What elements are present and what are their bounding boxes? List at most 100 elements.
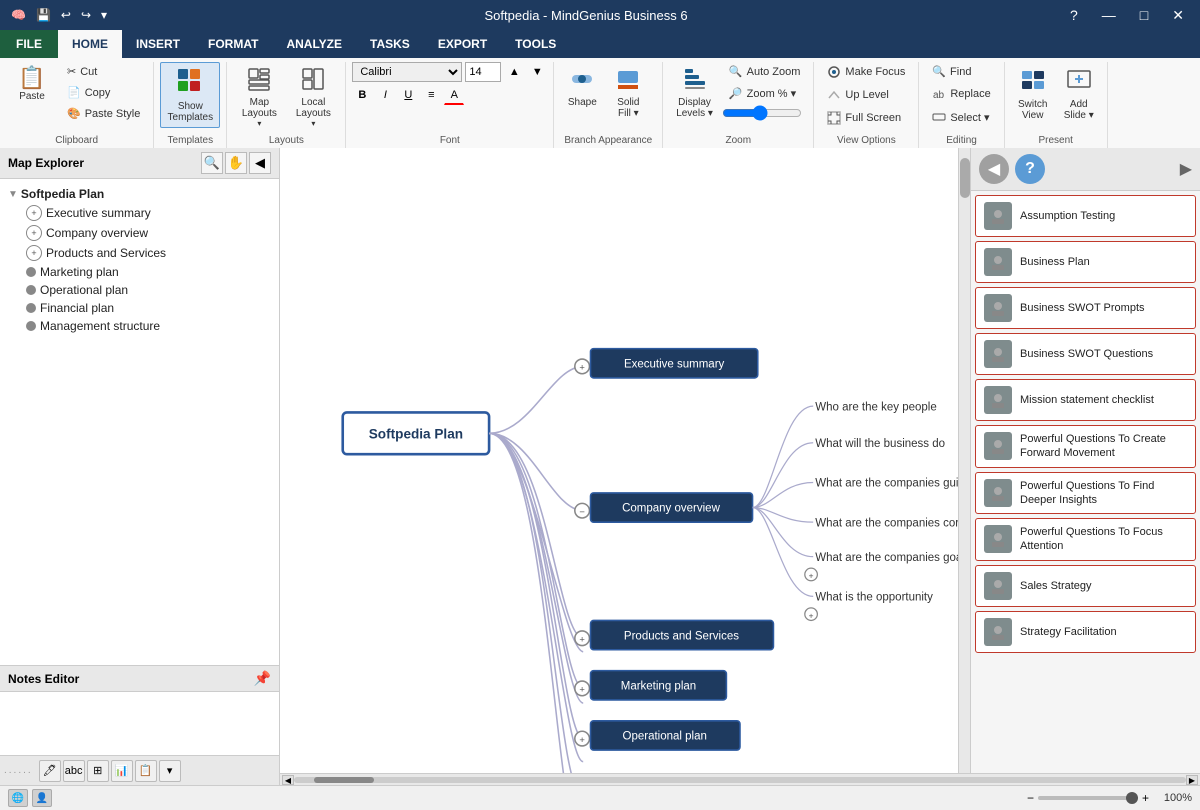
template-powerful-create[interactable]: Powerful Questions To Create Forward Mov… xyxy=(975,425,1196,468)
underline-button[interactable]: U xyxy=(398,85,418,105)
save-icon[interactable]: 💾 xyxy=(33,6,54,24)
auto-zoom-button[interactable]: 🔍 Auto Zoom xyxy=(722,62,808,81)
exec-node[interactable]: + Executive summary xyxy=(575,349,758,378)
undo-icon[interactable]: ↩ xyxy=(58,6,74,24)
sidebar-item-executive-summary[interactable]: + Executive summary xyxy=(4,203,275,223)
zoom-out-button[interactable]: − xyxy=(1027,791,1034,805)
switch-view-button[interactable]: Switch View xyxy=(1011,62,1055,126)
tab-tasks[interactable]: TASKS xyxy=(356,30,424,58)
font-size-down-button[interactable]: ▼ xyxy=(527,62,547,82)
template-business-swot-questions[interactable]: Business SWOT Questions xyxy=(975,333,1196,375)
show-templates-button[interactable]: Show Templates xyxy=(160,62,220,128)
italic-button[interactable]: I xyxy=(375,85,395,105)
sidebar-item-marketing[interactable]: Marketing plan xyxy=(4,263,275,281)
zoom-in-button[interactable]: + xyxy=(1142,791,1149,805)
replace-button[interactable]: ab Replace xyxy=(925,84,997,104)
template-powerful-focus[interactable]: Powerful Questions To Focus Attention xyxy=(975,518,1196,561)
marketing-node[interactable]: + Marketing plan xyxy=(575,671,727,700)
template-sales-strategy[interactable]: Sales Strategy xyxy=(975,565,1196,607)
template-mission-checklist[interactable]: Mission statement checklist xyxy=(975,379,1196,421)
maximize-button[interactable]: □ xyxy=(1132,5,1156,26)
zoom-slider[interactable] xyxy=(722,106,802,120)
sidebar-item-operational[interactable]: Operational plan xyxy=(4,281,275,299)
tab-insert[interactable]: INSERT xyxy=(122,30,194,58)
template-strategy-facilitation[interactable]: Strategy Facilitation xyxy=(975,611,1196,653)
solid-fill-button[interactable]: Solid Fill ▾ xyxy=(606,62,650,124)
root-node-group[interactable]: Softpedia Plan xyxy=(343,412,489,454)
sidebar-view-btn-4[interactable]: 📊 xyxy=(111,760,133,782)
expand-products[interactable]: + xyxy=(26,245,42,261)
tab-tools[interactable]: TOOLS xyxy=(501,30,570,58)
copy-button[interactable]: 📄 Copy xyxy=(60,83,147,102)
align-button[interactable]: ≡ xyxy=(421,85,441,105)
shape-button[interactable]: Shape xyxy=(560,62,604,113)
up-level-button[interactable]: Up Level xyxy=(820,85,912,105)
close-button[interactable]: ✕ xyxy=(1164,5,1192,26)
pan-button[interactable]: ✋ xyxy=(225,152,247,174)
more-icon[interactable]: ▾ xyxy=(98,6,110,24)
canvas-hscroll[interactable]: ◀ ▶ xyxy=(280,773,1200,785)
canvas-vscroll[interactable] xyxy=(958,148,970,773)
sidebar-item-products-services[interactable]: + Products and Services xyxy=(4,243,275,263)
font-color-button[interactable]: A xyxy=(444,85,464,105)
add-slide-button[interactable]: Add Slide ▾ xyxy=(1057,62,1101,126)
expand-company[interactable]: + xyxy=(26,225,42,241)
collapse-sidebar-button[interactable]: ◀ xyxy=(249,152,271,174)
operational-node[interactable]: + Operational plan xyxy=(575,721,740,750)
paste-button[interactable]: 📋 Paste xyxy=(6,62,58,107)
template-business-swot-prompts[interactable]: Business SWOT Prompts xyxy=(975,287,1196,329)
template-business-plan[interactable]: Business Plan xyxy=(975,241,1196,283)
zoom-percent-button[interactable]: 🔎 Zoom % ▾ xyxy=(722,84,808,103)
sidebar-view-btn-2[interactable]: abc xyxy=(63,760,85,782)
sidebar-view-btn-5[interactable]: 📋 xyxy=(135,760,157,782)
cut-button[interactable]: ✂ Cut xyxy=(60,62,147,81)
select-button[interactable]: Select ▾ xyxy=(925,107,997,127)
find-button[interactable]: 🔍 Find xyxy=(925,62,997,81)
svg-text:Operational plan: Operational plan xyxy=(623,731,707,743)
search-button[interactable]: 🔍 xyxy=(201,152,223,174)
products-node[interactable]: + Products and Services xyxy=(575,620,774,649)
minimize-button[interactable]: — xyxy=(1094,5,1124,26)
back-button[interactable]: ◀ xyxy=(979,154,1009,184)
tab-format[interactable]: FORMAT xyxy=(194,30,272,58)
local-layouts-button[interactable]: Local Layouts ▾ xyxy=(287,62,339,133)
notes-content[interactable] xyxy=(0,692,279,755)
template-powerful-find[interactable]: Powerful Questions To Find Deeper Insigh… xyxy=(975,472,1196,515)
hscroll-left-button[interactable]: ◀ xyxy=(282,775,294,785)
sidebar-view-btn-6[interactable]: ▾ xyxy=(159,760,181,782)
tab-home[interactable]: HOME xyxy=(58,30,122,58)
hscroll-right-button[interactable]: ▶ xyxy=(1186,775,1198,785)
sidebar-view-btn-1[interactable]: 🖊 xyxy=(39,760,61,782)
tab-analyze[interactable]: ANALYZE xyxy=(272,30,356,58)
display-levels-button[interactable]: DisplayLevels ▾ xyxy=(669,62,720,124)
sidebar-item-company-overview[interactable]: + Company overview xyxy=(4,223,275,243)
right-panel-expand-button[interactable]: ▶ xyxy=(1180,159,1192,179)
company-node[interactable]: − Company overview xyxy=(575,493,753,522)
full-screen-button[interactable]: Full Screen xyxy=(820,108,912,128)
help-button[interactable]: ? xyxy=(1015,154,1045,184)
bold-button[interactable]: B xyxy=(352,85,372,105)
zoom-thumb[interactable] xyxy=(1126,792,1138,804)
svg-text:What are the companies guiding: What are the companies guiding lights xyxy=(815,478,970,490)
sidebar-item-management[interactable]: Management structure xyxy=(4,317,275,335)
font-family-select[interactable]: Calibri xyxy=(352,62,462,82)
help-button[interactable]: ? xyxy=(1062,5,1086,26)
make-focus-button[interactable]: Make Focus xyxy=(820,62,912,82)
paste-style-button[interactable]: 🎨 Paste Style xyxy=(60,104,147,123)
tab-export[interactable]: EXPORT xyxy=(424,30,501,58)
expand-executive[interactable]: + xyxy=(26,205,42,221)
font-size-input[interactable] xyxy=(465,62,501,82)
vscroll-thumb[interactable] xyxy=(960,158,970,198)
sidebar-view-btn-3[interactable]: ⊞ xyxy=(87,760,109,782)
redo-icon[interactable]: ↪ xyxy=(78,6,94,24)
sidebar-item-financial[interactable]: Financial plan xyxy=(4,299,275,317)
template-assumption-testing[interactable]: Assumption Testing xyxy=(975,195,1196,237)
status-icon-1[interactable]: 🌐 xyxy=(8,789,28,807)
sidebar-item-root[interactable]: ▼ Softpedia Plan xyxy=(4,185,275,203)
hscroll-thumb[interactable] xyxy=(314,777,374,783)
font-size-up-button[interactable]: ▲ xyxy=(504,62,524,82)
status-icon-2[interactable]: 👤 xyxy=(32,789,52,807)
map-layouts-button[interactable]: Map Layouts ▾ xyxy=(233,62,285,133)
tab-file[interactable]: FILE xyxy=(0,30,58,58)
template-icon-4 xyxy=(984,340,1012,368)
